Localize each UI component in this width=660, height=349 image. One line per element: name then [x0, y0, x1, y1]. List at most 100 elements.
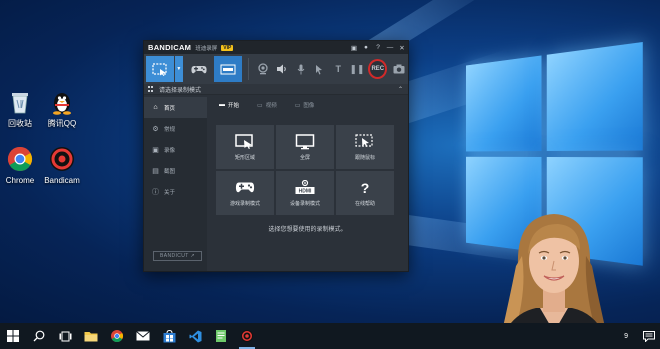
notification-center-icon[interactable]: [638, 323, 660, 349]
microphone-icon[interactable]: [291, 56, 310, 82]
tab-label: 视频: [265, 103, 277, 109]
task-view-icon[interactable]: [52, 323, 78, 349]
tab-image[interactable]: ▭ 图像: [294, 101, 315, 110]
gamepad-icon: [235, 180, 255, 196]
vip-badge: VIP: [221, 44, 234, 51]
sidebar-item-general[interactable]: ⚙ 常规: [144, 118, 207, 139]
video-icon: ▣: [152, 146, 159, 154]
sidebar-item-label: 关于: [164, 189, 176, 196]
toolbar-divider: [247, 58, 249, 80]
bandicut-button[interactable]: BANDICUT ↗: [153, 251, 202, 261]
recycle-bin-icon: [6, 88, 34, 116]
desktop-icon-label: Chrome: [5, 176, 35, 185]
device-mode-button[interactable]: [213, 56, 242, 82]
title-bar: BANDICAM 班迪录屏 VIP ▣ ● ? — ✕: [144, 41, 408, 54]
desktop-icon-label: 腾讯QQ: [47, 119, 77, 128]
mode-online-help[interactable]: ? 在线帮助: [336, 171, 394, 215]
mode-grid: 矩形区域 全屏 跟随鼠标 游戏录制模式 HDMI 设备录制模式 ? 在线帮助: [216, 125, 396, 215]
desktop-icon-label: Bandicam: [44, 176, 80, 185]
camera-snapshot-icon[interactable]: [389, 56, 408, 82]
desktop-icon-chrome[interactable]: Chrome: [0, 145, 42, 186]
desktop-icon-bandicam[interactable]: Bandicam: [40, 145, 84, 186]
mode-label: 在线帮助: [354, 200, 375, 207]
help-icon[interactable]: ?: [372, 44, 384, 52]
rec-button[interactable]: REC: [368, 59, 388, 79]
search-icon[interactable]: [26, 323, 52, 349]
vscode-icon[interactable]: [182, 323, 208, 349]
pause-icon[interactable]: ❚❚: [348, 56, 367, 82]
mouse-click-icon[interactable]: [310, 56, 329, 82]
sidebar-item-label: 首页: [164, 105, 176, 112]
version-label: 班迪录屏: [195, 45, 218, 52]
speaker-icon[interactable]: [273, 56, 292, 82]
mode-label: 游戏录制模式: [229, 200, 260, 207]
webcam-icon[interactable]: [254, 56, 273, 82]
notepad-icon[interactable]: [208, 323, 234, 349]
close-icon[interactable]: ✕: [396, 44, 408, 52]
gamepad-icon: [191, 65, 207, 73]
hdmi-icon: [220, 64, 236, 74]
bandicam-window: BANDICAM 班迪录屏 VIP ▣ ● ? — ✕ ▼ T ❚❚ REC 请…: [143, 40, 409, 272]
tray-number: 9: [624, 332, 628, 340]
rectangle-mode-button[interactable]: [146, 56, 175, 82]
tab-label: 开始: [228, 103, 240, 109]
mode-device[interactable]: HDMI 设备录制模式: [276, 171, 334, 215]
chrome-icon: [6, 145, 34, 173]
bandicam-icon: [48, 145, 76, 173]
mode-fullscreen[interactable]: 全屏: [276, 125, 334, 169]
mode-hint: 选择您想要使用的录制模式。: [268, 227, 347, 233]
text-overlay-icon[interactable]: T: [329, 56, 348, 82]
game-mode-button[interactable]: [185, 56, 213, 82]
tab-start[interactable]: ▬ 开始: [219, 101, 239, 109]
video-icon: ▭: [257, 102, 263, 109]
mode-label: 全屏: [299, 154, 310, 161]
grid-icon: [148, 86, 155, 92]
mode-label: 设备录制模式: [289, 200, 320, 207]
desktop-icon-tencent-qq[interactable]: 腾讯QQ: [40, 88, 84, 129]
mail-icon[interactable]: [130, 323, 156, 349]
file-explorer-icon[interactable]: [78, 323, 104, 349]
gear-icon: ⚙: [152, 125, 159, 133]
image-icon: ▤: [152, 167, 159, 175]
store-icon[interactable]: [156, 323, 182, 349]
mode-label: 跟随鼠标: [354, 154, 375, 161]
sidebar-item-label: 录像: [164, 147, 176, 154]
desktop-icon-label: 回收站: [8, 119, 32, 128]
tab-bar: ▬ 开始 ▭ 视频 ▭ 图像: [207, 97, 408, 113]
minimize-icon[interactable]: —: [384, 44, 396, 52]
sidebar-item-about[interactable]: ⓘ 关于: [144, 181, 207, 202]
mode-select-bar: 请选择录制模式 ⌃: [144, 84, 408, 95]
subbar-title: 请选择录制模式: [159, 87, 202, 94]
rectangle-area-icon: [152, 62, 167, 76]
folder-icon[interactable]: ▣: [348, 44, 360, 52]
tab-video[interactable]: ▭ 视频: [257, 101, 277, 110]
play-icon: ▬: [219, 102, 225, 108]
sidebar-item-label: 常规: [164, 126, 176, 133]
fullscreen-icon: [295, 133, 315, 150]
mode-around-mouse[interactable]: 跟随鼠标: [336, 125, 394, 169]
bandicam-taskbar-icon[interactable]: [234, 323, 260, 349]
mode-label: 矩形区域: [234, 154, 255, 161]
sidebar: ⌂ 首页 ⚙ 常规 ▣ 录像 ▤ 截图 ⓘ 关于 BANDICUT ↗: [144, 97, 207, 271]
sidebar-item-video[interactable]: ▣ 录像: [144, 139, 207, 160]
windows-start-icon[interactable]: [0, 323, 26, 349]
hdmi-label: HDMI: [299, 188, 312, 194]
mode-rectangle-area[interactable]: 矩形区域: [216, 125, 274, 169]
chevron-down-icon[interactable]: ▼: [175, 56, 183, 82]
around-mouse-icon: [355, 134, 375, 150]
chevron-up-icon[interactable]: ⌃: [398, 86, 403, 93]
lock-icon[interactable]: ●: [360, 44, 372, 52]
mode-game[interactable]: 游戏录制模式: [216, 171, 274, 215]
info-icon: ⓘ: [152, 188, 159, 196]
system-tray: 9: [624, 323, 660, 349]
tab-label: 图像: [303, 103, 315, 109]
sidebar-item-home[interactable]: ⌂ 首页: [144, 97, 207, 118]
sidebar-item-image[interactable]: ▤ 截图: [144, 160, 207, 181]
chrome-icon[interactable]: [104, 323, 130, 349]
taskbar: 9: [0, 323, 660, 349]
hdmi-icon: HDMI: [294, 180, 316, 196]
rectangle-area-icon: [235, 134, 255, 150]
desktop-icon-recycle-bin[interactable]: 回收站: [0, 88, 42, 129]
bandicam-logo: BANDICAM: [148, 43, 192, 52]
image-icon: ▭: [294, 102, 301, 109]
